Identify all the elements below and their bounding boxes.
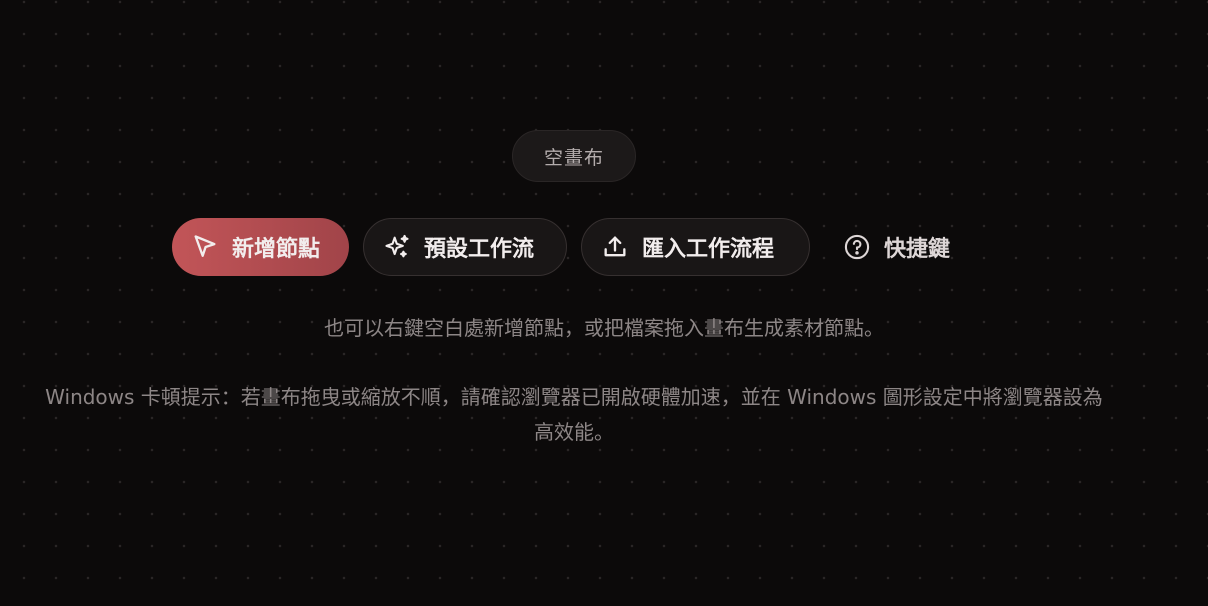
shortcuts-button[interactable]: 快捷鍵	[840, 218, 970, 276]
canvas-hint: 也可以右鍵空白處新增節點，或把檔案拖入畫布生成素材節點。	[324, 316, 884, 340]
import-workflow-label: 匯入工作流程	[642, 237, 775, 262]
shortcuts-label: 快捷鍵	[884, 237, 951, 262]
preset-workflow-button[interactable]: 預設工作流	[363, 218, 567, 276]
preset-workflow-label: 預設工作流	[424, 237, 535, 262]
question-circle-icon	[842, 232, 872, 262]
upload-icon	[600, 232, 630, 262]
import-workflow-button[interactable]: 匯入工作流程	[581, 218, 810, 276]
cursor-arrow-icon	[190, 232, 220, 262]
sparkles-icon	[382, 232, 412, 262]
status-badge: 空畫布	[512, 130, 636, 182]
windows-performance-hint: Windows 卡頓提示：若畫布拖曳或縮放不順，請確認瀏覽器已開啟硬體加速，並在…	[45, 385, 1103, 444]
add-node-label: 新增節點	[232, 237, 321, 262]
empty-canvas[interactable]: 空畫布 新增節點 預設工作流 匯入工作流程 快捷鍵 也可以右鍵空白處新增節點，或…	[0, 0, 1208, 606]
add-node-button[interactable]: 新增節點	[172, 218, 349, 276]
status-badge-label: 空畫布	[543, 146, 604, 169]
